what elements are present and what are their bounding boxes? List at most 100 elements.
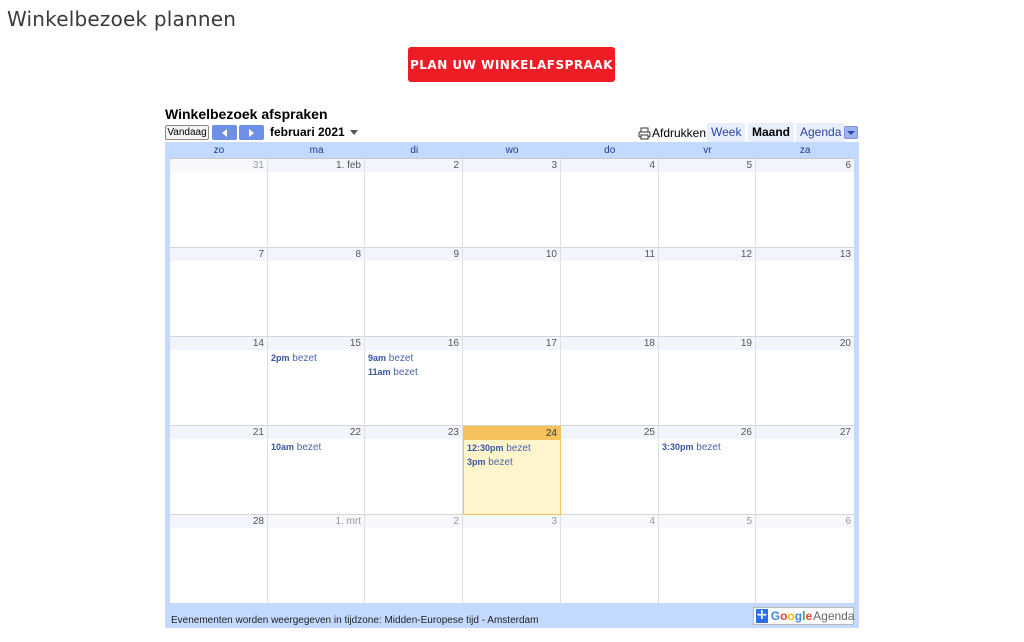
day-cell[interactable]: 28 <box>170 515 268 604</box>
day-cell[interactable]: 17 <box>463 337 561 426</box>
day-cell[interactable]: 26 3:30pm bezet <box>659 426 756 515</box>
day-cell[interactable]: 31 <box>170 159 268 248</box>
day-cell[interactable]: 10 <box>463 248 561 337</box>
next-month-button[interactable] <box>239 125 264 140</box>
day-cell[interactable]: 1. mrt <box>268 515 365 604</box>
event-title: bezet <box>390 367 418 378</box>
calendar-frame: zo ma di wo do vr za 31 1. feb 2 3 4 5 6 7 8 9 10 11 12 13 1… <box>165 142 859 628</box>
day-number: 25 <box>561 426 658 439</box>
day-cell[interactable]: 7 <box>170 248 268 337</box>
chevron-right-icon <box>249 128 254 137</box>
day-cell[interactable]: 11 <box>561 248 659 337</box>
day-cell[interactable]: 1. feb <box>268 159 365 248</box>
add-to-google-calendar-button[interactable]: + Google Agenda <box>753 607 855 625</box>
calendar-event[interactable]: 12:30pm bezet <box>467 443 531 454</box>
calendar-event[interactable]: 3:30pm bezet <box>662 442 721 453</box>
day-cell[interactable]: 21 <box>170 426 268 515</box>
day-number: 9 <box>365 248 462 261</box>
prev-month-button[interactable] <box>212 125 237 140</box>
day-number: 1. feb <box>268 159 364 172</box>
day-number: 31 <box>170 159 267 172</box>
day-cell[interactable]: 4 <box>561 159 659 248</box>
day-cell[interactable]: 25 <box>561 426 659 515</box>
calendar-event[interactable]: 10am bezet <box>271 442 321 453</box>
day-cell[interactable]: 8 <box>268 248 365 337</box>
timezone-note: Evenementen worden weergegeven in tijdzo… <box>171 615 539 626</box>
google-letter: o <box>787 609 795 623</box>
day-number: 14 <box>170 337 267 350</box>
day-cell[interactable]: 4 <box>561 515 659 604</box>
day-number: 1. mrt <box>268 515 364 528</box>
day-cell[interactable]: 27 <box>756 426 854 515</box>
day-cell-today[interactable]: 24 12:30pm bezet 3pm bezet <box>463 426 561 515</box>
day-number: 24 <box>464 427 560 440</box>
print-link[interactable]: Afdrukken <box>638 125 706 141</box>
day-number: 2 <box>365 159 462 172</box>
event-time: 3pm <box>467 457 486 467</box>
calendar-event[interactable]: 9am bezet <box>368 353 413 364</box>
day-cell[interactable]: 18 <box>561 337 659 426</box>
weekday-header-row: zo ma di wo do vr za <box>170 144 854 158</box>
day-cell[interactable]: 3 <box>463 159 561 248</box>
day-number: 10 <box>463 248 560 261</box>
current-month-label: februari 2021 <box>270 125 345 139</box>
day-cell[interactable]: 6 <box>756 515 854 604</box>
day-cell[interactable]: 5 <box>659 159 756 248</box>
day-cell[interactable]: 15 2pm bezet <box>268 337 365 426</box>
day-number: 5 <box>659 159 755 172</box>
weekday-header: ma <box>309 145 324 156</box>
day-cell[interactable]: 23 <box>365 426 463 515</box>
day-number: 16 <box>365 337 462 350</box>
day-cell[interactable]: 13 <box>756 248 854 337</box>
day-number: 28 <box>170 515 267 528</box>
day-number: 8 <box>268 248 364 261</box>
week-row: 14 15 2pm bezet 16 9am bezet 11am bezet 17 18 19… <box>170 337 854 426</box>
plan-appointment-button[interactable]: PLAN UW WINKELAFSPRAAK <box>408 47 615 82</box>
event-time: 3:30pm <box>662 442 694 452</box>
day-number: 17 <box>463 337 560 350</box>
week-row: 7 8 9 10 11 12 13 <box>170 248 854 337</box>
day-cell[interactable]: 14 <box>170 337 268 426</box>
day-number: 5 <box>659 515 755 528</box>
day-number: 11 <box>561 248 658 261</box>
day-cell[interactable]: 12 <box>659 248 756 337</box>
event-title: bezet <box>294 442 322 453</box>
month-picker-dropdown[interactable] <box>348 127 362 137</box>
day-cell[interactable]: 19 <box>659 337 756 426</box>
event-title: bezet <box>485 457 513 468</box>
day-cell[interactable]: 16 9am bezet 11am bezet <box>365 337 463 426</box>
weekday-header: za <box>799 145 811 156</box>
event-time: 11am <box>368 367 391 377</box>
day-number: 27 <box>756 426 854 439</box>
day-number: 6 <box>756 515 854 528</box>
weekday-header: wo <box>505 145 519 156</box>
day-number: 20 <box>756 337 854 350</box>
day-cell[interactable]: 20 <box>756 337 854 426</box>
weekday-header: zo <box>213 145 225 156</box>
weekday-header: vr <box>703 145 712 156</box>
google-letter: e <box>805 609 813 623</box>
tab-month[interactable]: Maand <box>748 123 795 142</box>
calendar-event[interactable]: 3pm bezet <box>467 457 513 468</box>
event-time: 9am <box>368 353 387 363</box>
day-cell[interactable]: 2 <box>365 159 463 248</box>
day-cell[interactable]: 9 <box>365 248 463 337</box>
day-cell[interactable]: 22 10am bezet <box>268 426 365 515</box>
today-button[interactable]: Vandaag <box>165 125 209 140</box>
day-number: 4 <box>561 159 658 172</box>
week-row: 31 1. feb 2 3 4 5 6 <box>170 159 854 248</box>
tab-agenda[interactable]: Agenda <box>796 123 846 142</box>
day-cell[interactable]: 5 <box>659 515 756 604</box>
calendar-event[interactable]: 11am bezet <box>368 367 418 378</box>
view-menu-button[interactable] <box>844 126 858 139</box>
day-cell[interactable]: 6 <box>756 159 854 248</box>
day-cell[interactable]: 2 <box>365 515 463 604</box>
caret-down-icon <box>350 130 358 135</box>
weekday-header: do <box>604 145 616 156</box>
tab-week[interactable]: Week <box>707 123 746 142</box>
google-wordmark: Google <box>771 609 812 623</box>
calendar-event[interactable]: 2pm bezet <box>271 353 317 364</box>
day-number: 13 <box>756 248 854 261</box>
day-number: 23 <box>365 426 462 439</box>
day-cell[interactable]: 3 <box>463 515 561 604</box>
